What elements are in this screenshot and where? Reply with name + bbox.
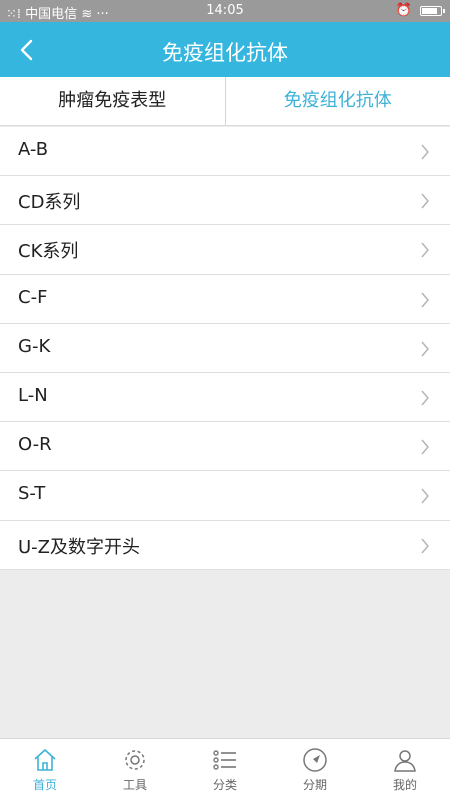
- tab-bar: 肿瘤免疫表型 免疫组化抗体: [0, 77, 450, 126]
- bottom-nav-staging[interactable]: 分期: [270, 739, 360, 800]
- status-right: ⏰: [395, 3, 445, 18]
- page-title: 免疫组化抗体: [162, 41, 288, 65]
- list-item[interactable]: A-B: [0, 127, 450, 177]
- chevron-right-icon: [421, 144, 429, 160]
- chevron-right-icon: [421, 488, 429, 504]
- list-item-label: C-F: [18, 286, 48, 308]
- bottom-nav-mine[interactable]: 我的: [360, 739, 450, 800]
- navbar: 免疫组化抗体: [0, 22, 450, 77]
- user-icon: [394, 750, 416, 772]
- list-item-label: G-K: [18, 335, 51, 357]
- gear-icon: [125, 750, 145, 770]
- list-item[interactable]: L-N: [0, 373, 450, 423]
- list-item-label: S-T: [18, 483, 46, 505]
- bottom-nav-label: 分期: [302, 778, 327, 792]
- list-item[interactable]: S-T: [0, 471, 450, 521]
- list-item-label: L-N: [18, 384, 48, 406]
- list-item[interactable]: O-R: [0, 422, 450, 472]
- list-item-label: U-Z及数字开头: [18, 536, 141, 558]
- bottom-nav-category[interactable]: 分类: [180, 739, 270, 800]
- bottom-nav-label: 分类: [212, 778, 237, 792]
- antibody-list: A-B CD系列 CK系列 C-F G-K L-N O-R S-T U-Z及数字…: [0, 127, 450, 570]
- chevron-right-icon: [421, 292, 429, 308]
- list-item-label: CD系列: [18, 192, 81, 214]
- chevron-right-icon: [421, 341, 429, 357]
- home-icon: [34, 748, 56, 771]
- bottom-nav-home[interactable]: 首页: [0, 739, 90, 800]
- compass-icon: [303, 748, 327, 772]
- battery-icon: [420, 5, 445, 16]
- chevron-right-icon: [421, 193, 429, 209]
- status-bar: ⁙⁞ 中国电信 ≋ ··· 14:05 ⏰: [0, 0, 450, 22]
- list-item-label: A-B: [18, 139, 49, 160]
- list-item[interactable]: CK系列: [0, 225, 450, 275]
- list-item[interactable]: CD系列: [0, 176, 450, 226]
- battery-level: [422, 7, 438, 14]
- chevron-right-icon: [421, 538, 429, 553]
- list-item[interactable]: G-K: [0, 324, 450, 373]
- chevron-right-icon: [421, 439, 429, 455]
- bottom-nav: 首页 工具 分类 分期 我的: [0, 738, 450, 800]
- status-time: 14:05: [206, 3, 244, 18]
- list-item-label: O-R: [18, 434, 52, 456]
- alarm-icon: ⏰: [395, 3, 412, 18]
- list-item[interactable]: U-Z及数字开头: [0, 521, 450, 570]
- list-item[interactable]: C-F: [0, 275, 450, 324]
- tab-ihc-antibody[interactable]: 免疫组化抗体: [226, 77, 450, 125]
- list-icon: [213, 750, 236, 770]
- tab-tumor-phenotype[interactable]: 肿瘤免疫表型: [0, 77, 225, 125]
- bottom-nav-label: 首页: [32, 778, 57, 792]
- chevron-right-icon: [421, 242, 429, 258]
- bottom-nav-label: 我的: [392, 778, 417, 792]
- chevron-right-icon: [421, 390, 429, 406]
- list-item-label: CK系列: [18, 241, 79, 263]
- bottom-nav-label: 工具: [122, 778, 147, 792]
- bottom-nav-tools[interactable]: 工具: [90, 739, 180, 800]
